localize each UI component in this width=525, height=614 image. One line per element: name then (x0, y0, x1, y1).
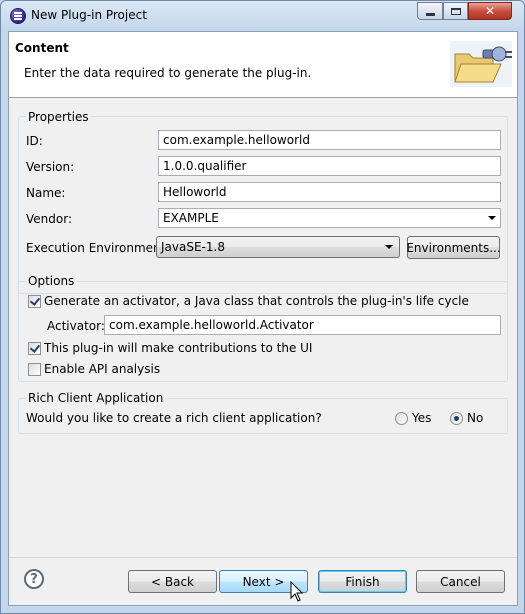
name-field[interactable]: Helloworld (158, 182, 501, 202)
generate-activator-label: Generate an activator, a Java class that… (44, 294, 469, 308)
minimize-button[interactable] (417, 2, 443, 20)
footer-separator (9, 557, 517, 558)
id-field[interactable]: com.example.helloworld (158, 130, 501, 150)
name-label: Name: (26, 186, 66, 200)
properties-group-label: Properties (26, 110, 91, 124)
chevron-down-icon (488, 216, 496, 220)
execution-environment-select[interactable]: JavaSE-1.8 (156, 236, 400, 258)
chevron-down-icon (385, 245, 393, 249)
eclipse-icon (10, 8, 26, 24)
generate-activator-checkbox[interactable] (28, 295, 41, 308)
activator-field[interactable]: com.example.helloworld.Activator (104, 315, 501, 335)
environments-button[interactable]: Environments... (406, 236, 501, 259)
finish-button[interactable]: Finish (318, 570, 407, 593)
ui-contributions-label: This plug-in will make contributions to … (44, 341, 313, 355)
maximize-icon (450, 7, 461, 15)
rich-client-question: Would you like to create a rich client a… (26, 411, 322, 425)
maximize-button[interactable] (443, 2, 468, 20)
minimize-icon (425, 12, 435, 16)
rcp-yes-label: Yes (412, 411, 432, 425)
title-bar: New Plug-in Project ✕ (1, 1, 524, 31)
close-button[interactable]: ✕ (468, 2, 512, 20)
options-group-label: Options (26, 274, 77, 288)
api-analysis-checkbox[interactable] (28, 363, 41, 376)
execution-environment-value: JavaSE-1.8 (161, 240, 225, 254)
vendor-combo[interactable]: EXAMPLE (158, 208, 501, 228)
cancel-button[interactable]: Cancel (416, 570, 505, 593)
vendor-value: EXAMPLE (163, 211, 219, 225)
rich-client-group-label: Rich Client Application (26, 391, 166, 405)
wizard-header: Content Enter the data required to gener… (9, 32, 517, 98)
ui-contributions-checkbox[interactable] (28, 342, 41, 355)
mouse-cursor-icon (290, 581, 304, 602)
page-description: Enter the data required to generate the … (24, 66, 312, 80)
vendor-label: Vendor: (26, 212, 72, 226)
api-analysis-label: Enable API analysis (44, 362, 161, 376)
dialog-window: New Plug-in Project ✕ Content Enter the … (0, 0, 525, 614)
rcp-no-label: No (467, 411, 484, 425)
rcp-yes-radio[interactable] (395, 412, 408, 425)
folder-plugin-icon (450, 41, 512, 87)
dialog-body: Content Enter the data required to gener… (8, 31, 518, 606)
back-button[interactable]: < Back (128, 570, 217, 593)
rcp-no-radio[interactable] (450, 412, 463, 425)
help-icon[interactable]: ? (24, 569, 44, 589)
close-icon: ✕ (484, 4, 496, 18)
version-label: Version: (26, 160, 75, 174)
page-title: Content (15, 41, 69, 55)
activator-label: Activator: (47, 319, 105, 333)
execution-environment-label: Execution Environment: (26, 241, 170, 255)
version-field[interactable]: 1.0.0.qualifier (158, 156, 501, 176)
window-title: New Plug-in Project (31, 8, 147, 22)
id-label: ID: (26, 134, 43, 148)
